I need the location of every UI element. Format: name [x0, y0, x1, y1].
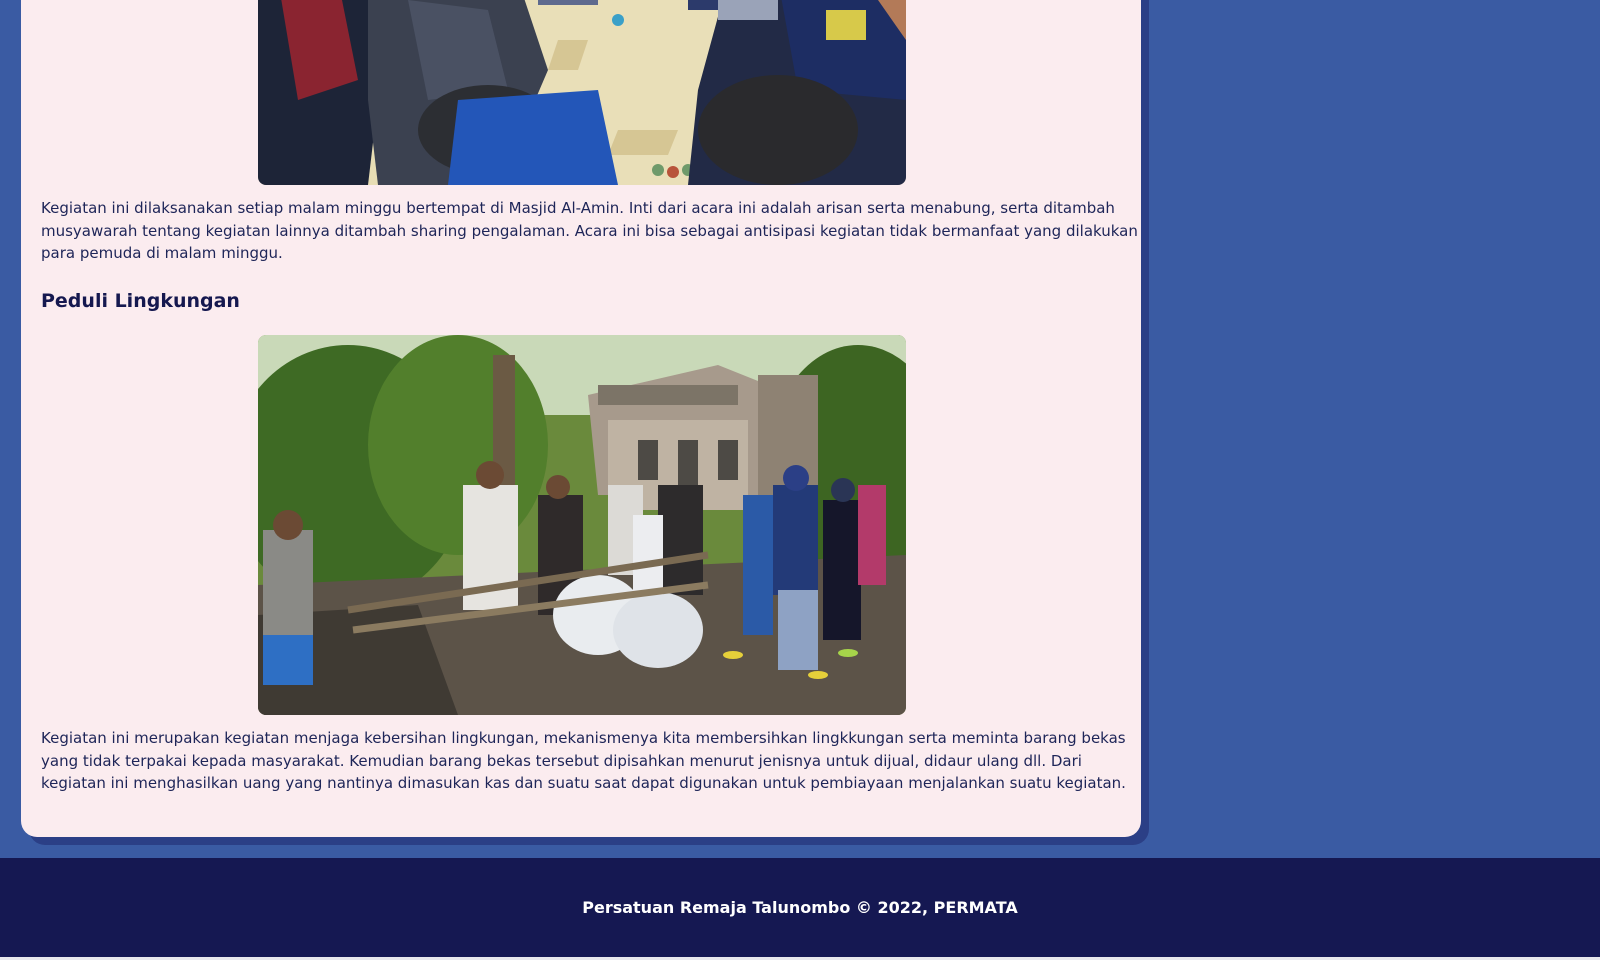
photo-peduli-lingkungan: [258, 335, 906, 715]
photo-mosque-gathering: [258, 0, 906, 185]
footer-copyright: Persatuan Remaja Talunombo © 2022, PERMA…: [582, 898, 1018, 917]
footer: Persatuan Remaja Talunombo © 2022, PERMA…: [0, 858, 1600, 957]
content-card: Kegiatan ini dilaksanakan setiap malam m…: [21, 0, 1141, 837]
paragraph-section-2: Kegiatan ini merupakan kegiatan menjaga …: [41, 729, 1126, 792]
section-heading-peduli-lingkungan: Peduli Lingkungan: [41, 290, 240, 312]
paragraph-section-1: Kegiatan ini dilaksanakan setiap malam m…: [41, 199, 1138, 262]
